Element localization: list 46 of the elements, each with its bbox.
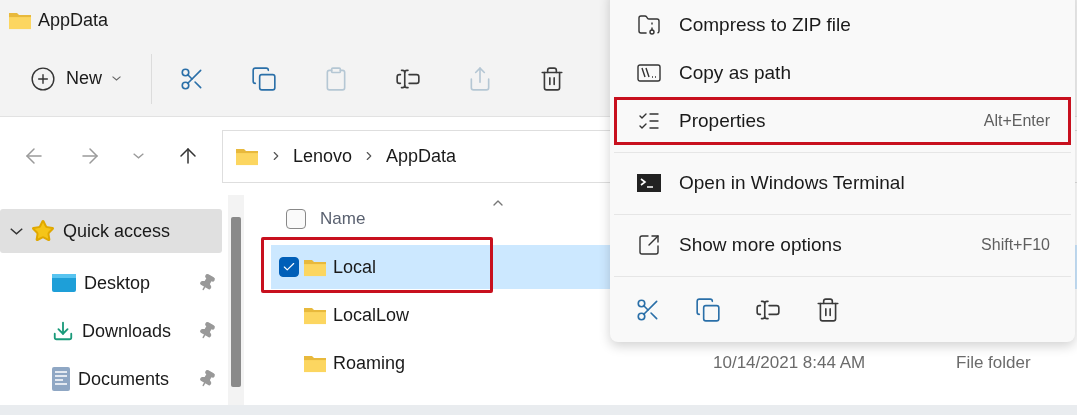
row-checkbox[interactable] <box>279 257 299 278</box>
breadcrumb[interactable]: AppData <box>386 145 457 167</box>
sidebar-item[interactable]: Desktop <box>0 261 222 306</box>
download-icon <box>52 320 74 343</box>
copy-icon <box>695 297 721 323</box>
delete-icon <box>815 297 841 323</box>
file-row[interactable]: LocalLow <box>271 293 1077 338</box>
folder-icon <box>303 305 327 325</box>
star-icon <box>31 219 55 244</box>
menu-item[interactable]: Properties Alt+Enter <box>614 97 1071 145</box>
select-all-checkbox[interactable] <box>286 209 306 230</box>
delete-button[interactable] <box>814 296 842 324</box>
path-icon <box>637 64 661 82</box>
type-cell-text: File folder <box>956 353 1032 374</box>
menu-item[interactable]: Compress to ZIP file <box>614 1 1071 49</box>
terminal-icon <box>637 174 661 192</box>
file-row[interactable]: Roaming 10/14/2021 8:44 AM File folder <box>271 341 1077 386</box>
folder-icon <box>8 10 32 31</box>
plus-circle-icon <box>30 65 56 92</box>
delete-icon <box>539 65 565 92</box>
copy-button[interactable] <box>694 296 722 324</box>
menu-item[interactable]: Open in Windows Terminal <box>614 159 1071 207</box>
chevron-down-icon <box>112 76 121 81</box>
folder-icon <box>235 146 259 166</box>
folder-icon <box>303 353 327 373</box>
menu-item[interactable]: Copy as path <box>614 49 1071 97</box>
chevron-down-icon <box>132 153 144 159</box>
breadcrumb[interactable]: Lenovo <box>293 145 353 167</box>
zip-folder-icon <box>637 13 661 37</box>
folder-icon <box>303 257 327 277</box>
desktop-icon <box>52 273 76 294</box>
open-external-icon <box>637 233 661 257</box>
sidebar-item[interactable]: Downloads <box>0 309 222 354</box>
sidebar-item[interactable]: Documents <box>0 357 222 402</box>
window-title: AppData <box>38 10 109 31</box>
scrollbar-thumb[interactable] <box>231 217 241 388</box>
column-header[interactable]: Name <box>320 209 366 230</box>
menu-item[interactable]: Show more options Shift+F10 <box>614 221 1071 269</box>
shortcut-label: Alt+Enter <box>983 112 1050 130</box>
sidebar-item[interactable]: Quick access <box>0 209 222 254</box>
new-button[interactable]: New <box>26 59 125 98</box>
date-cell-text: 10/14/2021 8:44 AM <box>713 353 867 374</box>
copy-icon <box>251 65 277 92</box>
document-icon <box>52 367 70 392</box>
shortcut-label: Shift+F10 <box>981 236 1050 254</box>
chevron-down-icon <box>10 228 23 235</box>
